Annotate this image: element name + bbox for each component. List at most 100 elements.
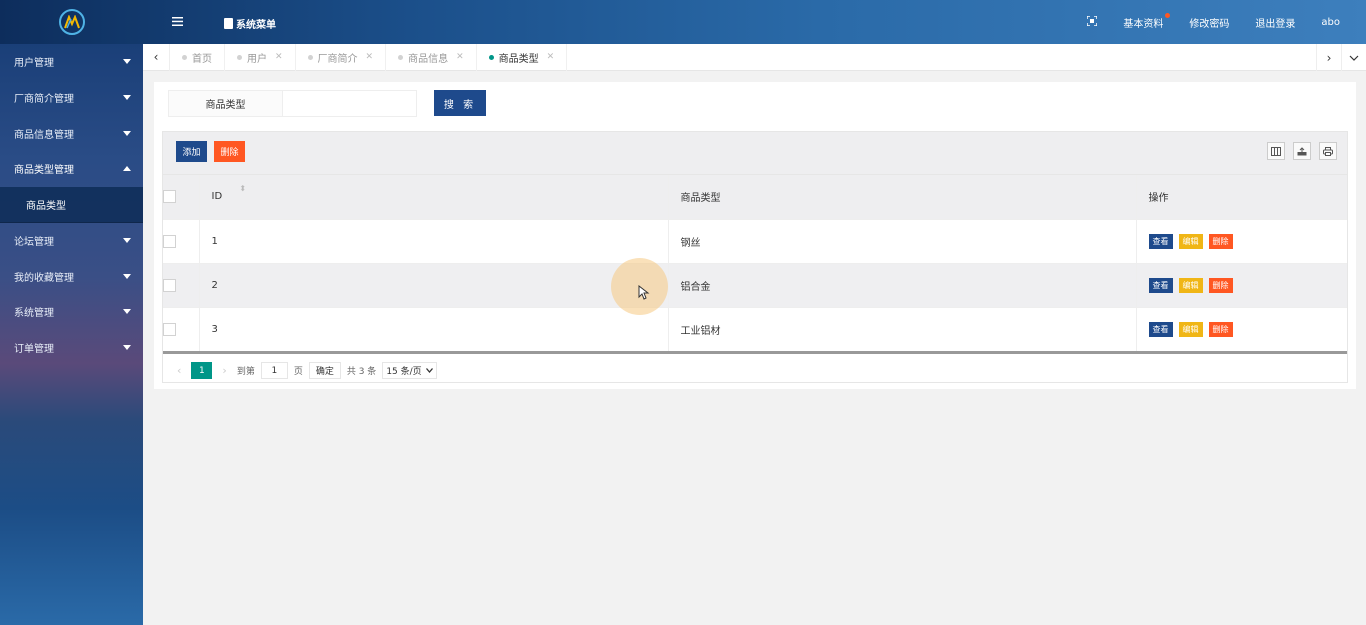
caret-down-icon [123, 309, 131, 315]
edit-button[interactable]: 编辑 [1178, 233, 1203, 249]
remove-button[interactable]: 删除 [1208, 233, 1233, 249]
sidebar-item-system-mgmt[interactable]: 系统管理 [0, 294, 143, 330]
table-row: 1 钢丝 查看 编辑 删除 [163, 219, 1347, 263]
column-header-type: 商品类型 [680, 193, 721, 205]
data-table: 添加 删除 ID ⬍ 商品类型 操作 1 钢丝 查看 编辑 删除 2 铝合金 查… [162, 131, 1348, 383]
sort-icon[interactable]: ⬍ [239, 184, 246, 193]
add-button[interactable]: 添加 [176, 141, 207, 162]
goto-label: 到第 [236, 367, 255, 377]
tab-label: 商品类型 [498, 53, 539, 65]
sidebar-item-label: 用户管理 [14, 58, 54, 70]
column-header-ops: 操作 [1148, 193, 1169, 205]
tab-scroll-left-icon[interactable]: ‹ [143, 43, 170, 71]
prev-page-icon[interactable]: ‹ [173, 364, 185, 377]
tab-label: 用户 [247, 53, 267, 65]
caret-up-icon [123, 166, 131, 172]
tab-user[interactable]: 用户 ✕ [225, 43, 296, 71]
tab-bar: ‹ 首页 用户 ✕ 厂商简介 ✕ 商品信息 ✕ 商品类型 ✕ › [143, 43, 1366, 71]
sidebar-item-label: 厂商简介管理 [14, 94, 74, 106]
row-checkbox[interactable] [163, 322, 176, 336]
username[interactable]: abo [1308, 17, 1366, 28]
sidebar-item-vendor-mgmt[interactable]: 厂商简介管理 [0, 80, 143, 116]
view-button[interactable]: 查看 [1148, 233, 1173, 249]
logo-icon [58, 9, 85, 35]
tab-label: 厂商简介 [317, 53, 358, 65]
close-icon[interactable]: ✕ [366, 52, 374, 62]
select-all-checkbox[interactable] [163, 190, 176, 204]
page-unit-label: 页 [293, 367, 303, 377]
logo [0, 0, 143, 44]
caret-down-icon [123, 345, 131, 351]
top-header: 系统菜单 基本资料 修改密码 退出登录 abo [0, 0, 1366, 44]
caret-down-icon [123, 59, 131, 65]
remove-button[interactable]: 删除 [1208, 277, 1233, 293]
view-button[interactable]: 查看 [1148, 321, 1173, 337]
row-id: 1 [199, 219, 669, 263]
edit-button[interactable]: 编辑 [1178, 321, 1203, 337]
sidebar-item-label: 订单管理 [14, 344, 54, 356]
row-id: 2 [199, 263, 669, 307]
fullscreen-icon[interactable] [1074, 14, 1110, 29]
view-button[interactable]: 查看 [1148, 277, 1173, 293]
tab-label: 首页 [192, 53, 212, 65]
search-button[interactable]: 搜 索 [434, 90, 486, 116]
sidebar-subitem-product-type[interactable]: 商品类型 [0, 186, 143, 223]
row-checkbox[interactable] [163, 234, 176, 248]
next-page-icon[interactable]: › [218, 364, 230, 377]
table-header-row: ID ⬍ 商品类型 操作 [163, 175, 1347, 219]
system-menu-label: 系统菜单 [236, 20, 276, 31]
total-count: 共 3 条 [346, 367, 377, 377]
close-icon[interactable]: ✕ [456, 52, 464, 62]
sidebar-item-forum-mgmt[interactable]: 论坛管理 [0, 223, 143, 259]
tab-product-info[interactable]: 商品信息 ✕ [386, 43, 477, 71]
product-type-table: ID ⬍ 商品类型 操作 1 钢丝 查看 编辑 删除 2 铝合金 查看 编辑 删… [163, 175, 1347, 351]
tab-bullet [237, 54, 242, 60]
change-password-link[interactable]: 修改密码 [1176, 15, 1242, 30]
sidebar-item-product-info-mgmt[interactable]: 商品信息管理 [0, 115, 143, 151]
sidebar-item-label: 商品信息管理 [14, 129, 74, 141]
close-icon[interactable]: ✕ [275, 52, 283, 62]
profile-link-label: 基本资料 [1123, 18, 1164, 30]
tab-scroll-right-icon[interactable]: › [1316, 44, 1341, 71]
remove-button[interactable]: 删除 [1208, 321, 1233, 337]
sidebar: 用户管理 厂商简介管理 商品信息管理 商品类型管理 商品类型 论坛管理 我的收藏… [0, 44, 143, 625]
row-type: 钢丝 [668, 219, 1137, 263]
tab-bullet [398, 54, 404, 60]
profile-link[interactable]: 基本资料 [1110, 12, 1176, 30]
notification-dot [1165, 12, 1171, 18]
tab-label: 商品信息 [408, 53, 449, 65]
tab-product-type[interactable]: 商品类型 ✕ [477, 43, 568, 71]
menu-toggle-icon[interactable] [172, 15, 183, 29]
column-header-id: ID [211, 191, 223, 203]
page-size-value: 15 条/页 [386, 367, 422, 377]
goto-page-input[interactable] [260, 362, 288, 379]
edit-button[interactable]: 编辑 [1178, 277, 1203, 293]
caret-down-icon [123, 130, 131, 136]
current-page-button[interactable]: 1 [191, 362, 213, 379]
sidebar-item-label: 系统管理 [14, 308, 54, 320]
close-icon[interactable]: ✕ [547, 52, 555, 62]
sidebar-item-favorites-mgmt[interactable]: 我的收藏管理 [0, 258, 143, 294]
system-menu[interactable]: 系统菜单 [224, 16, 276, 31]
caret-down-icon [123, 95, 131, 101]
export-icon[interactable] [1293, 142, 1311, 160]
tab-vendor[interactable]: 厂商简介 ✕ [296, 43, 387, 71]
sidebar-item-user-mgmt[interactable]: 用户管理 [0, 44, 143, 80]
row-type: 铝合金 [668, 263, 1137, 307]
goto-confirm-button[interactable]: 确定 [308, 362, 341, 379]
tab-menu-chevron-down-icon[interactable] [1341, 44, 1366, 71]
search-input[interactable] [282, 90, 417, 117]
search-field-label: 商品类型 [168, 90, 283, 117]
row-checkbox[interactable] [163, 278, 176, 292]
table-row: 3 工业铝材 查看 编辑 删除 [163, 307, 1347, 351]
sidebar-item-product-type-mgmt[interactable]: 商品类型管理 [0, 151, 143, 187]
sidebar-item-order-mgmt[interactable]: 订单管理 [0, 330, 143, 366]
print-icon[interactable] [1319, 142, 1337, 160]
table-toolbar: 添加 删除 [163, 132, 1347, 175]
page-size-select[interactable]: 15 条/页 [382, 362, 437, 379]
tab-home[interactable]: 首页 [170, 43, 225, 71]
tab-bullet [182, 54, 187, 60]
delete-button[interactable]: 删除 [214, 141, 245, 162]
logout-link[interactable]: 退出登录 [1242, 15, 1308, 30]
columns-filter-icon[interactable] [1267, 142, 1285, 160]
